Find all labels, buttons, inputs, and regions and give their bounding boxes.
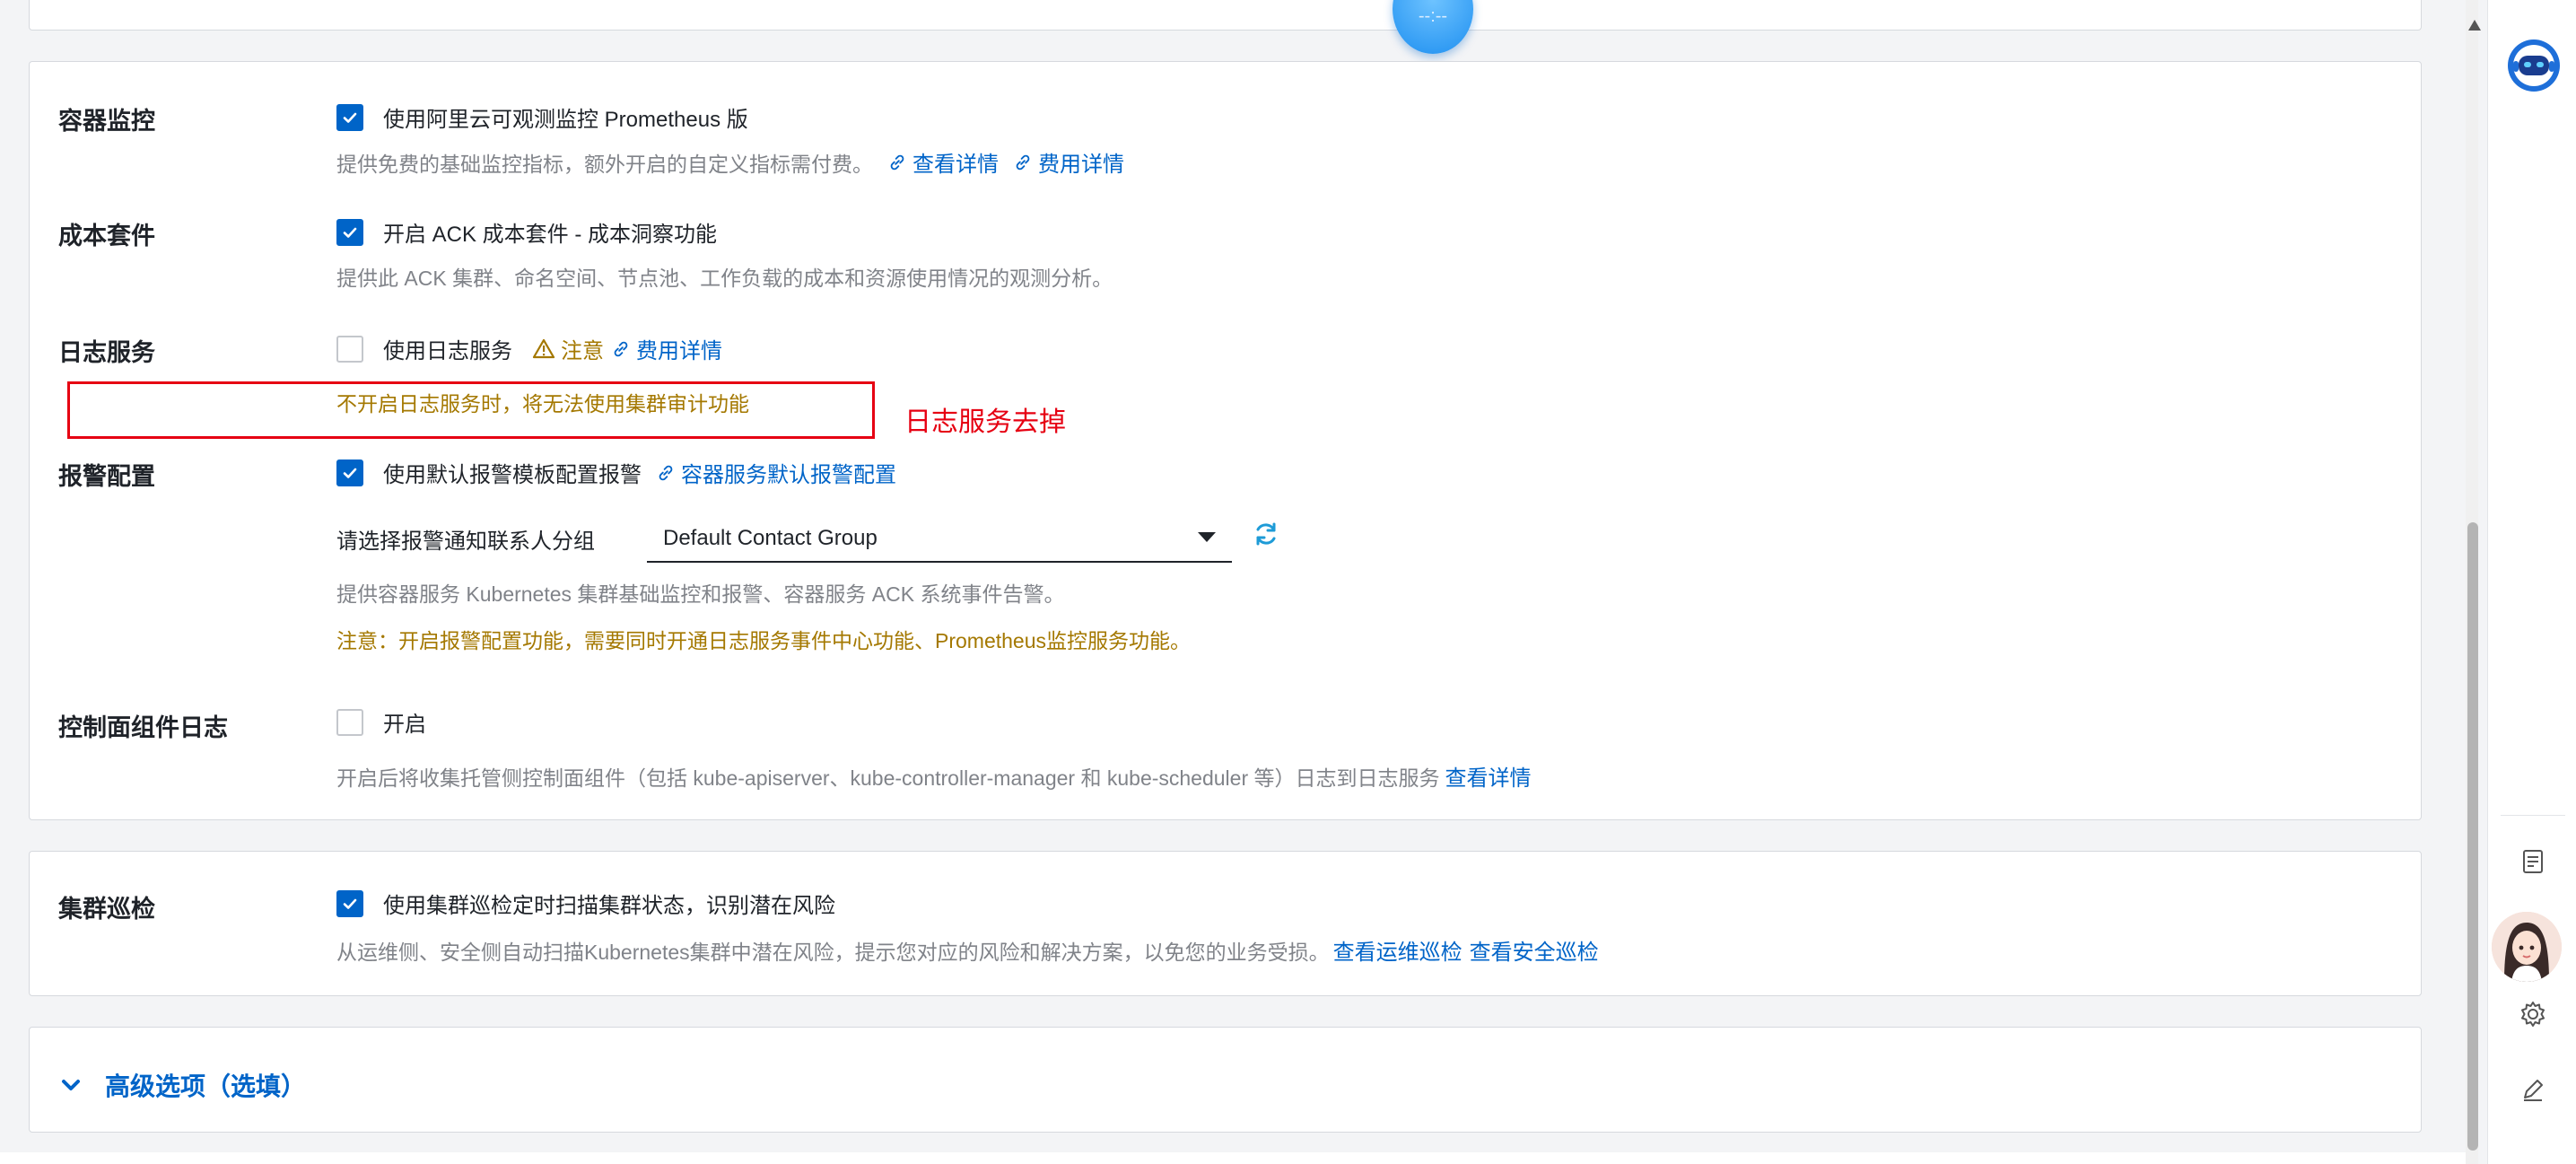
notice-tooltip-trigger[interactable]: 注意 — [532, 333, 604, 364]
advanced-options-toggle[interactable]: 高级选项（选填） — [58, 1067, 306, 1103]
view-details-link[interactable]: 查看详情 — [887, 146, 999, 178]
contact-group-label-row: 请选择报警通知联系人分组 — [336, 523, 595, 555]
check-icon — [343, 112, 357, 123]
check-icon — [343, 227, 357, 238]
log-cost-details-link[interactable]: 费用详情 — [611, 333, 722, 364]
alert-config-note-row: 注意：开启报警配置功能，需要同时开通日志服务事件中心功能、Prometheus监… — [336, 624, 1191, 654]
cluster-inspection-row: 使用集群巡检定时扫描集群状态，识别潜在风险 — [336, 888, 835, 919]
log-cost-details-link-label: 费用详情 — [636, 339, 722, 363]
contact-group-select[interactable]: Default Contact Group — [647, 516, 1232, 563]
cluster-inspection-desc-row: 从运维侧、安全侧自动扫描Kubernetes集群中潜在风险，提示您对应的风险和解… — [336, 934, 1599, 966]
alert-config-text: 使用默认报警模板配置报警 — [383, 463, 642, 487]
cost-suite-label: 成本套件 — [58, 223, 155, 249]
document-icon[interactable] — [2519, 847, 2547, 876]
cluster-inspection-label: 集群巡检 — [58, 896, 155, 923]
chevron-down-icon — [1198, 532, 1216, 542]
check-icon — [343, 468, 357, 478]
chevron-down-icon — [62, 1080, 80, 1090]
view-details-link-label: 查看详情 — [913, 153, 999, 177]
view-ops-inspection-link[interactable]: 查看运维巡检 — [1333, 934, 1463, 966]
right-side-rail — [2487, 0, 2576, 1164]
refresh-icon[interactable] — [1252, 520, 1280, 548]
cost-details-link[interactable]: 费用详情 — [1013, 146, 1124, 178]
container-monitoring-label: 容器监控 — [58, 108, 155, 135]
avatar[interactable] — [2492, 912, 2562, 982]
contact-group-label: 请选择报警通知联系人分组 — [336, 529, 595, 554]
alert-config-desc-row: 提供容器服务 Kubernetes 集群基础监控和报警、容器服务 ACK 系统事… — [336, 577, 1065, 608]
scrollbar-thumb[interactable] — [2467, 522, 2478, 1151]
container-monitoring-desc-row: 提供免费的基础监控指标，额外开启的自定义指标需付费。 查看详情 费用详情 — [336, 146, 1124, 178]
container-monitoring-row: 使用阿里云可观测监控 Prometheus 版 — [336, 101, 748, 133]
advanced-options-card[interactable]: 高级选项（选填） — [29, 1027, 2422, 1133]
cost-suite-checkbox[interactable] — [336, 218, 363, 246]
control-plane-logs-desc: 开启后将收集托管侧控制面组件（包括 kube-apiserver、kube-co… — [336, 766, 1440, 790]
alert-config-checkbox[interactable] — [336, 459, 363, 486]
avatar-illustration — [2492, 912, 2562, 982]
control-plane-logs-row: 开启 — [336, 706, 426, 738]
rail-divider — [2501, 815, 2565, 816]
link-icon — [659, 465, 673, 480]
control-plane-logs-desc-row: 开启后将收集托管侧控制面组件（包括 kube-apiserver、kube-co… — [336, 760, 1532, 792]
cost-suite-desc: 提供此 ACK 集群、命名空间、节点池、工作负载的成本和资源使用情况的观测分析。 — [336, 267, 1113, 290]
cluster-inspection-checkbox[interactable] — [336, 889, 363, 917]
cost-suite-desc-row: 提供此 ACK 集群、命名空间、节点池、工作负载的成本和资源使用情况的观测分析。 — [336, 261, 1113, 292]
link-icon — [614, 341, 628, 356]
check-icon — [343, 898, 357, 909]
log-service-checkbox[interactable] — [336, 335, 363, 363]
alert-config-note: 注意：开启报警配置功能，需要同时开通日志服务事件中心功能、Prometheus监… — [336, 629, 1192, 652]
default-alert-config-link-label: 容器服务默认报警配置 — [681, 463, 896, 487]
container-monitoring-desc: 提供免费的基础监控指标，额外开启的自定义指标需付费。 — [336, 152, 873, 176]
cost-details-link-label: 费用详情 — [1038, 153, 1124, 177]
default-alert-config-link[interactable]: 容器服务默认报警配置 — [656, 457, 896, 488]
link-icon — [1016, 154, 1030, 170]
control-plane-logs-checkbox[interactable] — [336, 708, 363, 736]
log-service-text: 使用日志服务 — [383, 339, 512, 363]
view-security-inspection-link[interactable]: 查看安全巡检 — [1470, 934, 1599, 966]
annotation-text: 日志服务去掉 — [904, 407, 1066, 437]
notice-label: 注意 — [561, 339, 604, 363]
edit-icon[interactable] — [2519, 1075, 2547, 1104]
page: --:-- 容器监控 使用阿里云可观测监控 Prometheus 版 提供免费的… — [0, 0, 2476, 1164]
annotation-highlight-box — [67, 381, 875, 439]
cluster-inspection-desc: 从运维侧、安全侧自动扫描Kubernetes集群中潜在风险，提示您对应的风险和解… — [336, 940, 1330, 964]
floating-badge[interactable]: --:-- — [1393, 0, 1473, 54]
link-icon — [890, 154, 904, 170]
control-plane-logs-text: 开启 — [383, 713, 426, 737]
previous-section-card — [29, 0, 2422, 31]
control-plane-logs-label: 控制面组件日志 — [58, 714, 228, 741]
cost-suite-text: 开启 ACK 成本套件 - 成本洞察功能 — [383, 223, 718, 247]
observability-settings-card: 容器监控 使用阿里云可观测监控 Prometheus 版 提供免费的基础监控指标… — [29, 61, 2422, 820]
alert-config-desc: 提供容器服务 Kubernetes 集群基础监控和报警、容器服务 ACK 系统事… — [336, 582, 1065, 606]
container-monitoring-checkbox[interactable] — [336, 103, 363, 131]
bottom-strip — [0, 1152, 2476, 1164]
control-plane-view-details-link[interactable]: 查看详情 — [1445, 760, 1532, 792]
container-monitoring-text: 使用阿里云可观测监控 Prometheus 版 — [383, 108, 748, 132]
alert-config-row: 使用默认报警模板配置报警 容器服务默认报警配置 — [336, 457, 896, 488]
settings-icon[interactable] — [2519, 1000, 2547, 1028]
warning-triangle-icon — [532, 338, 555, 358]
log-service-label: 日志服务 — [58, 339, 155, 366]
cluster-inspection-card: 集群巡检 使用集群巡检定时扫描集群状态，识别潜在风险 从运维侧、安全侧自动扫描K… — [29, 851, 2422, 996]
advanced-options-label: 高级选项（选填） — [105, 1072, 307, 1100]
contact-group-select-value: Default Contact Group — [663, 526, 878, 550]
cost-suite-row: 开启 ACK 成本套件 - 成本洞察功能 — [336, 216, 717, 248]
scroll-up-arrow-icon[interactable] — [2468, 20, 2481, 31]
floating-badge-label: --:-- — [1418, 6, 1448, 26]
robot-assistant-icon[interactable] — [2506, 38, 2562, 93]
log-service-row: 使用日志服务 注意 费用详情 — [336, 333, 722, 364]
cluster-inspection-text: 使用集群巡检定时扫描集群状态，识别潜在风险 — [383, 894, 835, 918]
alert-config-label: 报警配置 — [58, 463, 155, 490]
